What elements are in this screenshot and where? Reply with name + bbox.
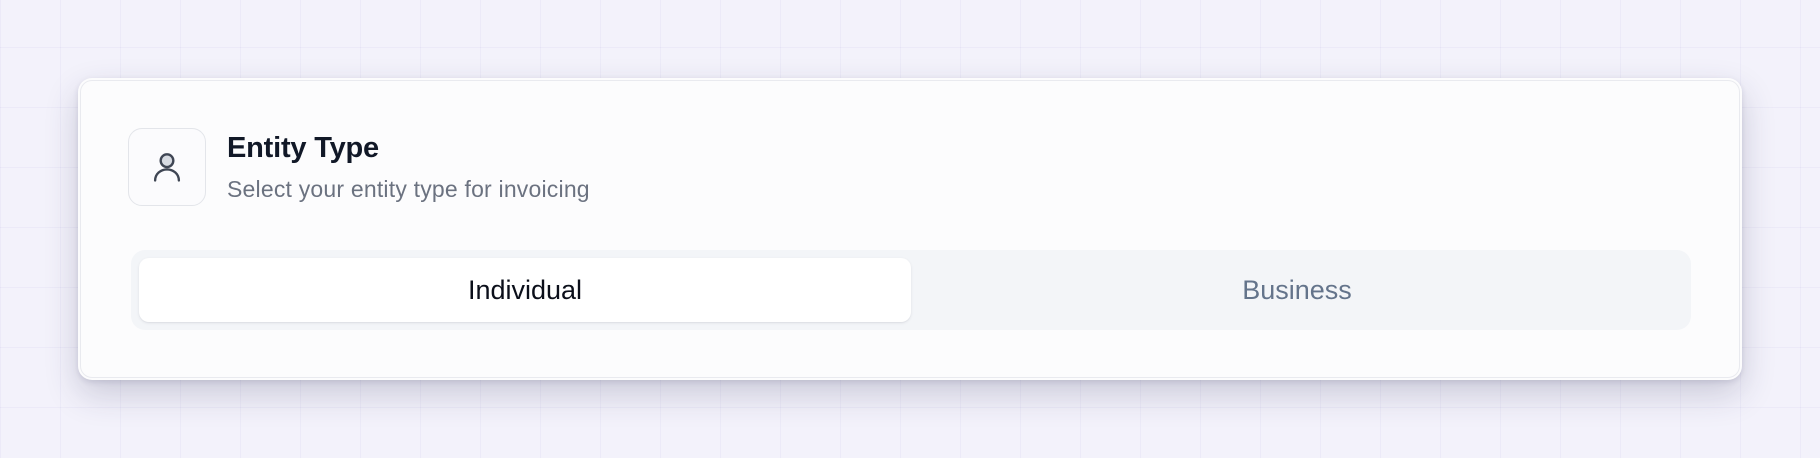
entity-type-card: Entity Type Select your entity type for … — [78, 78, 1742, 380]
card-subtitle: Select your entity type for invoicing — [227, 176, 590, 202]
entity-type-segmented-control: Individual Business — [131, 250, 1691, 330]
card-title: Entity Type — [227, 132, 379, 164]
card-titles: Entity Type Select your entity type for … — [227, 131, 590, 203]
individual-option[interactable]: Individual — [139, 258, 911, 322]
card-header: Entity Type Select your entity type for … — [128, 128, 590, 206]
business-option[interactable]: Business — [911, 258, 1683, 322]
user-icon — [128, 128, 206, 206]
card-border — [80, 80, 1740, 378]
